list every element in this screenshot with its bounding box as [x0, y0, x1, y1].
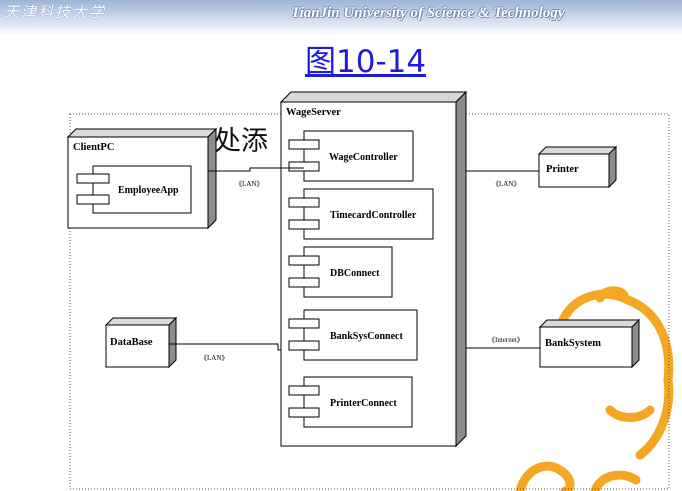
- component-label: PrinterConnect: [330, 398, 397, 409]
- label-printer-lan: 《LAN》: [492, 180, 520, 188]
- node-database[interactable]: DataBase: [104, 316, 178, 369]
- component-wage-controller[interactable]: WageController: [288, 130, 414, 182]
- component-db-connect[interactable]: DBConnect: [288, 246, 393, 298]
- node-bank-system[interactable]: BankSystem: [538, 318, 641, 369]
- node-label-database: DataBase: [110, 337, 153, 348]
- component-employee-app[interactable]: EmployeeApp: [76, 165, 192, 214]
- component-label: WageController: [329, 152, 398, 163]
- component-printer-connect[interactable]: PrinterConnect: [288, 376, 413, 428]
- label-database-lan: 《LAN》: [200, 354, 228, 362]
- connection-database-server: [169, 343, 281, 351]
- label-client-lan: 《LAN》: [235, 180, 263, 188]
- label-bank-internet: 《Internet》: [488, 336, 524, 344]
- component-label: TimecardController: [330, 210, 417, 221]
- deployment-diagram: 处添 WageServer WageController TimecardCon…: [66, 90, 674, 491]
- component-label: BankSysConnect: [330, 331, 403, 342]
- node-label-client-pc: ClientPC: [73, 142, 114, 153]
- component-label: EmployeeApp: [118, 185, 179, 196]
- node-label-bank-system: BankSystem: [545, 338, 601, 349]
- overlay-text: 处添: [214, 126, 268, 157]
- node-printer[interactable]: Printer: [537, 145, 618, 189]
- node-label-printer: Printer: [546, 164, 579, 175]
- component-label: DBConnect: [330, 268, 380, 279]
- node-label-wage-server: WageServer: [286, 107, 341, 118]
- component-timecard-controller[interactable]: TimecardController: [288, 188, 434, 240]
- component-bank-sys-connect[interactable]: BankSysConnect: [288, 309, 418, 361]
